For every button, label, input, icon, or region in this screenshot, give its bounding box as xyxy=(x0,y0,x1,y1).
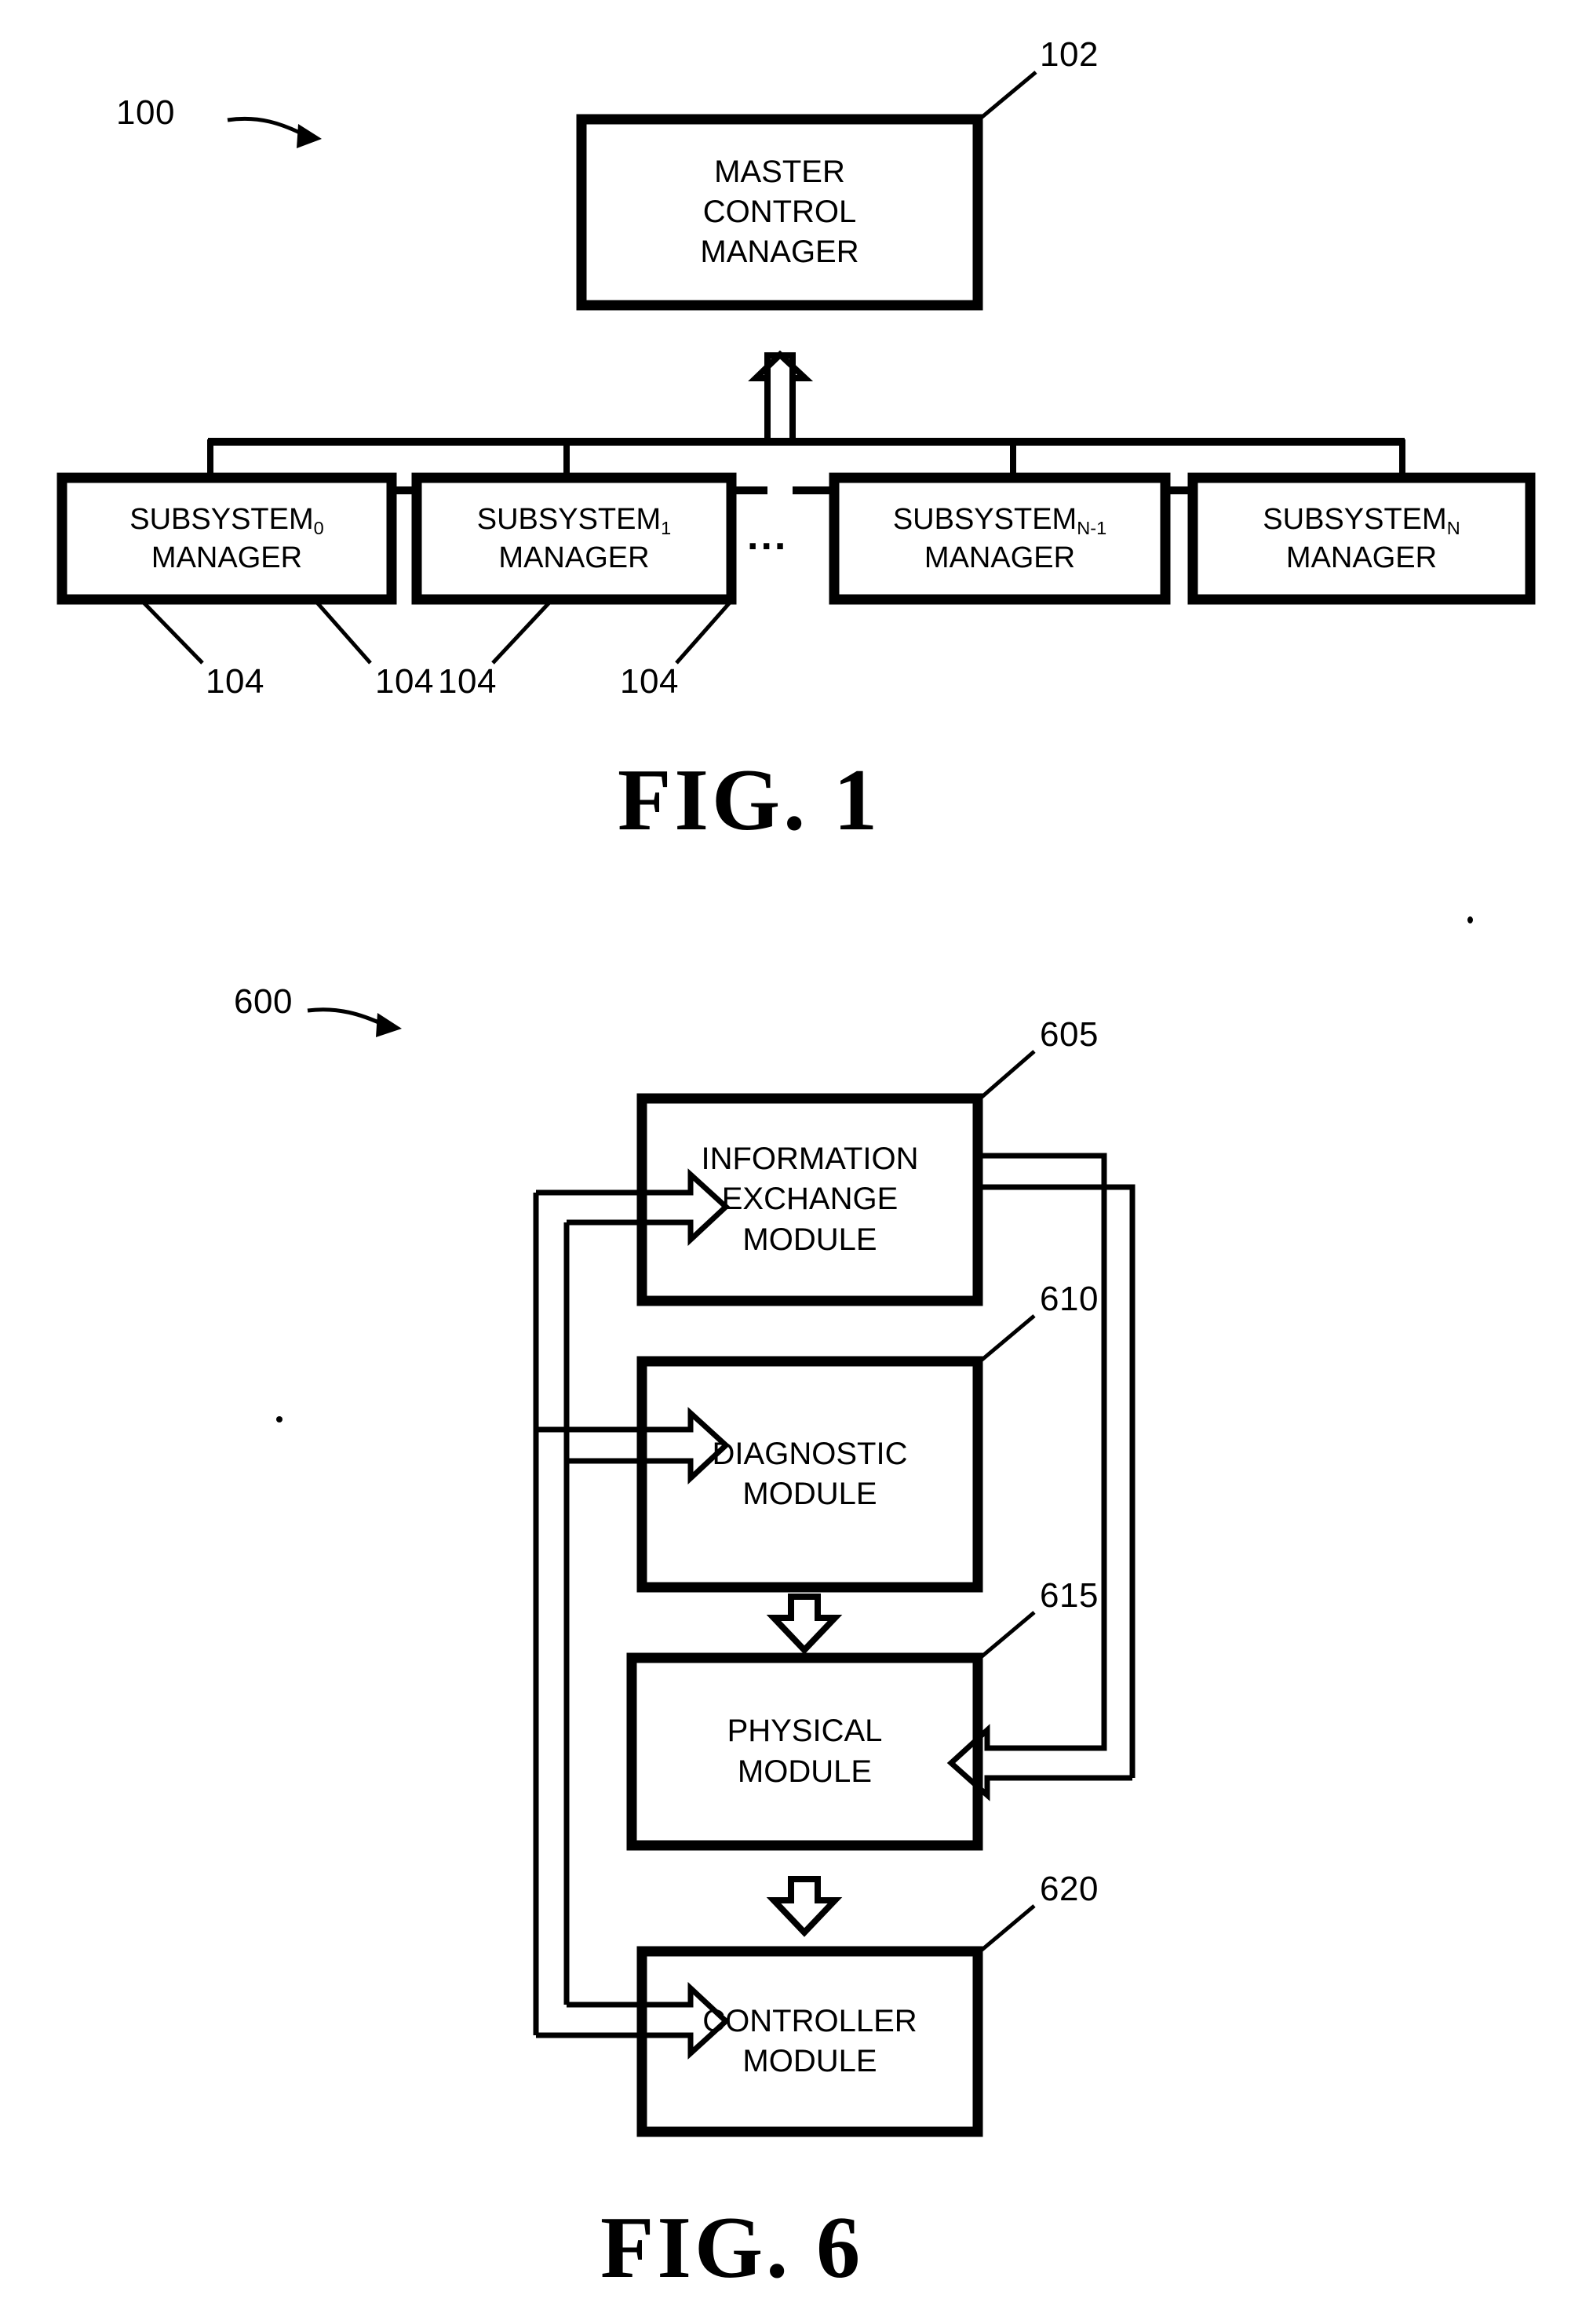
ref-620: 620 xyxy=(1040,1870,1099,1908)
fig1-caption: FIG. 1 xyxy=(618,752,881,849)
leader-615 xyxy=(979,1611,1036,1659)
leader-610 xyxy=(979,1314,1036,1363)
print-speck-2 xyxy=(276,1416,283,1422)
fig6-system-leader-arrow xyxy=(307,1007,402,1037)
fig6-system-ref: 600 xyxy=(234,982,293,1021)
leader-104-c xyxy=(491,601,551,665)
physical-module-box xyxy=(626,1652,983,1851)
fig1-group xyxy=(57,71,1536,665)
ref-104-c: 104 xyxy=(438,662,497,701)
subsystem-n-minus-1-manager-box xyxy=(829,472,1171,605)
master-control-manager-box xyxy=(576,114,983,311)
ref-104-a: 104 xyxy=(206,662,264,701)
arrow-physical-to-controller xyxy=(766,1876,843,1937)
print-speck-1 xyxy=(1467,916,1473,923)
leader-104-a xyxy=(142,601,204,665)
ref-104-b: 104 xyxy=(375,662,434,701)
ref-104-d: 104 xyxy=(620,662,679,701)
fig6-caption: FIG. 6 xyxy=(600,2199,864,2297)
subsystem-ellipsis: ... xyxy=(747,513,789,559)
patent-drawing-sheet: 100 102 MASTER CONTROL MANAGER SUBSYSTEM… xyxy=(0,0,1593,2324)
ref-605: 605 xyxy=(1040,1015,1099,1054)
leader-605 xyxy=(979,1050,1036,1100)
subsystem-1-manager-box xyxy=(411,472,737,605)
fig1-system-ref: 100 xyxy=(116,93,175,132)
ref-102: 102 xyxy=(1040,35,1099,74)
leader-104-b xyxy=(315,601,372,665)
feedback-ie-to-physical-outer xyxy=(978,1184,1136,1778)
fig6-group xyxy=(307,1007,1136,2137)
leader-104-d xyxy=(675,601,731,665)
subsystem-n-manager-box xyxy=(1187,472,1536,605)
leader-620 xyxy=(979,1904,1036,1953)
ref-615: 615 xyxy=(1040,1576,1099,1615)
leader-102 xyxy=(978,71,1037,121)
ref-610: 610 xyxy=(1040,1280,1099,1318)
arrow-diagnostic-to-physical xyxy=(766,1594,843,1655)
fig1-system-leader-arrow xyxy=(227,116,322,148)
arrow-subsystems-to-master xyxy=(748,350,814,381)
diagram-vector-layer xyxy=(57,71,1536,2137)
subsystem-0-manager-box xyxy=(57,472,397,605)
information-exchange-module-box xyxy=(636,1093,983,1306)
